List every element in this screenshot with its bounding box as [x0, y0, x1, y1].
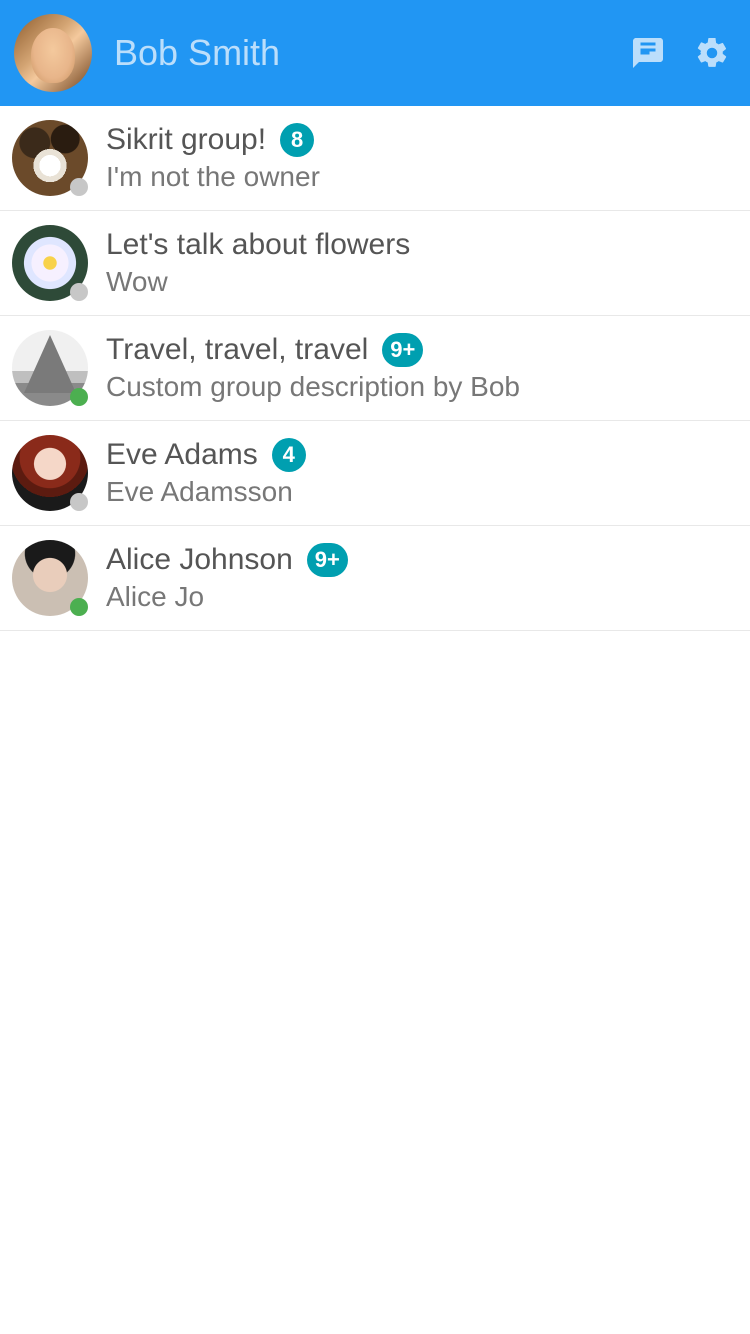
- chat-row-top: Let's talk about flowers: [106, 228, 736, 262]
- presence-dot-icon: [70, 178, 88, 196]
- chat-row[interactable]: Eve Adams 4 Eve Adamsson: [0, 421, 750, 526]
- chat-avatar: [12, 435, 88, 511]
- chat-icon: [630, 35, 666, 71]
- chat-row[interactable]: Alice Johnson 9+ Alice Jo: [0, 526, 750, 631]
- chat-row-body: Let's talk about flowers Wow: [106, 228, 736, 298]
- chat-subtitle: Wow: [106, 266, 736, 298]
- presence-dot-icon: [70, 388, 88, 406]
- chat-row[interactable]: Travel, travel, travel 9+ Custom group des…: [0, 316, 750, 421]
- chat-avatar: [12, 540, 88, 616]
- chat-title: Sikrit group!: [106, 123, 266, 157]
- chat-row-top: Alice Johnson 9+: [106, 543, 736, 577]
- profile-name: Bob Smith: [114, 32, 608, 74]
- chat-title: Alice Johnson: [106, 543, 293, 577]
- unread-badge: 8: [280, 123, 314, 157]
- chat-subtitle: I'm not the owner: [106, 161, 736, 193]
- messages-button[interactable]: [630, 35, 666, 71]
- chat-row-body: Alice Johnson 9+ Alice Jo: [106, 543, 736, 613]
- chat-avatar: [12, 120, 88, 196]
- header-actions: [630, 35, 730, 71]
- unread-badge: 9+: [307, 543, 348, 577]
- unread-badge: 4: [272, 438, 306, 472]
- profile-avatar[interactable]: [14, 14, 92, 92]
- chat-subtitle: Alice Jo: [106, 581, 736, 613]
- settings-button[interactable]: [694, 35, 730, 71]
- chat-title: Travel, travel, travel: [106, 333, 368, 367]
- chat-row-top: Eve Adams 4: [106, 438, 736, 472]
- chat-row[interactable]: Let's talk about flowers Wow: [0, 211, 750, 316]
- app-header: Bob Smith: [0, 0, 750, 106]
- chat-subtitle: Eve Adamsson: [106, 476, 736, 508]
- chat-list: Sikrit group! 8 I'm not the owner Let's tal…: [0, 106, 750, 631]
- presence-dot-icon: [70, 493, 88, 511]
- chat-row-top: Travel, travel, travel 9+: [106, 333, 736, 367]
- chat-row-body: Travel, travel, travel 9+ Custom group des…: [106, 333, 736, 403]
- chat-row[interactable]: Sikrit group! 8 I'm not the owner: [0, 106, 750, 211]
- presence-dot-icon: [70, 598, 88, 616]
- chat-row-top: Sikrit group! 8: [106, 123, 736, 157]
- unread-badge: 9+: [382, 333, 423, 367]
- chat-row-body: Sikrit group! 8 I'm not the owner: [106, 123, 736, 193]
- chat-row-body: Eve Adams 4 Eve Adamsson: [106, 438, 736, 508]
- presence-dot-icon: [70, 283, 88, 301]
- gear-icon: [694, 35, 730, 71]
- chat-title: Let's talk about flowers: [106, 228, 410, 262]
- chat-avatar: [12, 225, 88, 301]
- chat-title: Eve Adams: [106, 438, 258, 472]
- chat-avatar: [12, 330, 88, 406]
- chat-subtitle: Custom group description by Bob: [106, 371, 736, 403]
